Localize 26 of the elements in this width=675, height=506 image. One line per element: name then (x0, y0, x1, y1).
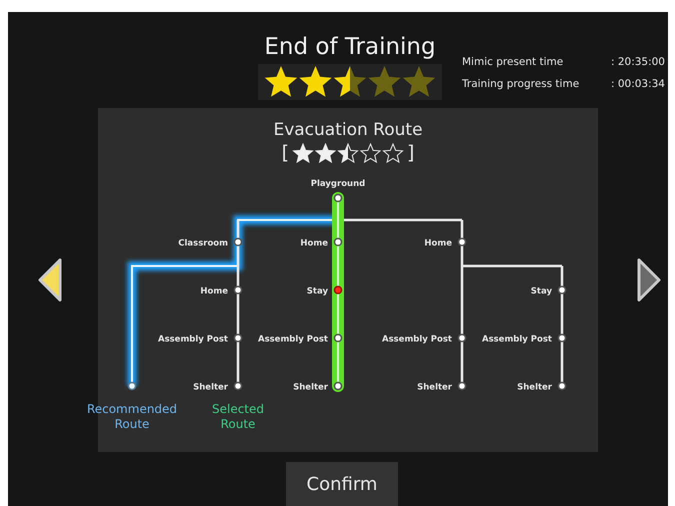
node-label: Stay (306, 286, 328, 296)
legend-label: Recommended Route (86, 402, 178, 432)
bracket: ] (407, 142, 414, 164)
bracket: [ (282, 142, 289, 164)
node-label: Shelter (193, 382, 228, 392)
info-label: Training progress time (462, 78, 580, 90)
confirm-button[interactable]: Confirm (286, 462, 398, 506)
node-label: Shelter (293, 382, 328, 392)
info-value: : 00:03:34 (610, 78, 665, 90)
screen-title: End of Training (264, 33, 436, 62)
legend-label: Selected Route (210, 402, 266, 432)
node-label: Home (424, 238, 452, 248)
node-label: Classroom (178, 238, 228, 248)
node-label: Shelter (517, 382, 552, 392)
node-label: Playground (310, 179, 366, 189)
node-label: Assembly Post (382, 334, 452, 344)
node-label: Assembly Post (482, 334, 552, 344)
node-label: Stay (530, 286, 552, 296)
node-label: Assembly Post (158, 334, 228, 344)
node-label: Shelter (417, 382, 452, 392)
info-value: : 20:35:00 (610, 56, 665, 68)
panel-title: Evacuation Route (272, 119, 424, 142)
info-label: Mimic present time (462, 56, 564, 68)
node-label: Home (300, 238, 328, 248)
node-label: Home (200, 286, 228, 296)
node-label: Assembly Post (258, 334, 328, 344)
